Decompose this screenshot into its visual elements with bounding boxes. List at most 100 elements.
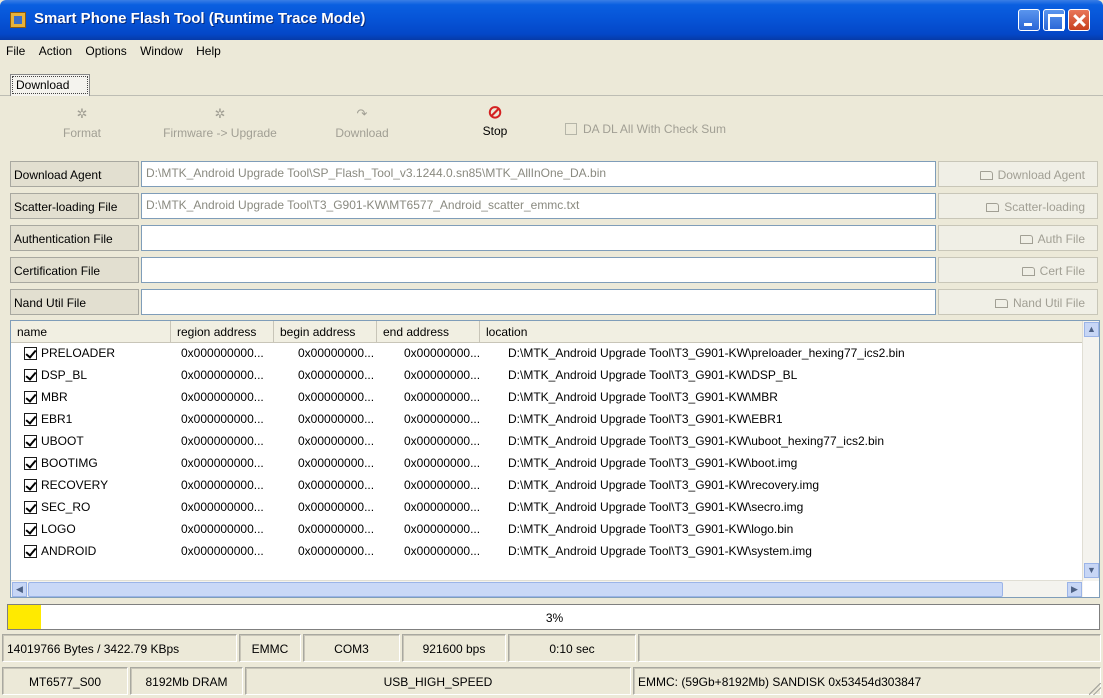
toolbar: ✲ Format ✲ Firmware -> Upgrade ↷ Downloa… [0, 100, 1103, 156]
nand-util-field[interactable] [141, 289, 936, 315]
scroll-left-icon[interactable]: ◀ [12, 582, 27, 597]
begin-address: 0x00000000... [298, 478, 375, 492]
da-checksum-checkbox[interactable]: DA DL All With Check Sum [565, 122, 726, 136]
partition-location: D:\MTK_Android Upgrade Tool\T3_G901-KW\l… [508, 522, 794, 536]
horizontal-scrollbar[interactable]: ◀ ▶ [11, 580, 1083, 597]
status-bar-transfer: 14019766 Bytes / 3422.79 KBps EMMC COM3 … [0, 632, 1103, 664]
menu-options[interactable]: Options [79, 40, 130, 58]
table-row[interactable]: ANDROID 0x000000000... 0x00000000... 0x0000… [11, 541, 1083, 563]
end-address: 0x00000000... [404, 522, 481, 536]
download-button[interactable]: ↷ Download [322, 106, 402, 140]
table-row[interactable]: SEC_RO 0x000000000... 0x00000000... 0x00000… [11, 497, 1083, 519]
begin-address: 0x00000000... [298, 346, 375, 360]
auth-file-row: Authentication File Auth File [10, 225, 1100, 251]
download-agent-button[interactable]: Download Agent [938, 161, 1098, 187]
end-address: 0x00000000... [404, 500, 481, 514]
menu-help[interactable]: Help [190, 40, 225, 58]
begin-address: 0x00000000... [298, 544, 375, 558]
upgrade-icon: ✲ [214, 106, 226, 121]
download-agent-field[interactable]: D:\MTK_Android Upgrade Tool\SP_Flash_Too… [141, 161, 936, 187]
cert-file-button[interactable]: Cert File [938, 257, 1098, 283]
download-agent-row: Download Agent D:\MTK_Android Upgrade To… [10, 161, 1100, 187]
resize-grip-icon[interactable] [1089, 683, 1101, 695]
table-row[interactable]: LOGO 0x000000000... 0x00000000... 0x0000000… [11, 519, 1083, 541]
format-button[interactable]: ✲ Format [52, 106, 112, 140]
folder-icon [994, 299, 1008, 308]
begin-address: 0x00000000... [298, 522, 375, 536]
partition-name: DSP_BL [41, 368, 88, 382]
maximize-button[interactable] [1043, 9, 1065, 31]
partition-name: LOGO [41, 522, 76, 536]
stop-label: Stop [482, 124, 508, 138]
partition-checkbox[interactable] [24, 479, 37, 492]
baud-rate: 921600 bps [402, 634, 506, 662]
column-end-address[interactable]: end address [377, 321, 480, 343]
scroll-down-icon[interactable]: ▼ [1084, 563, 1099, 578]
scatter-loading-button[interactable]: Scatter-loading [938, 193, 1098, 219]
nand-util-button[interactable]: Nand Util File [938, 289, 1098, 315]
partition-checkbox[interactable] [24, 457, 37, 470]
menu-action[interactable]: Action [33, 40, 76, 58]
scatter-loading-field[interactable]: D:\MTK_Android Upgrade Tool\T3_G901-KW\M… [141, 193, 936, 219]
partition-name: MBR [41, 390, 68, 404]
partition-checkbox[interactable] [24, 545, 37, 558]
close-button[interactable] [1068, 9, 1090, 31]
partition-checkbox[interactable] [24, 435, 37, 448]
table-row[interactable]: BOOTIMG 0x000000000... 0x00000000... 0x0000… [11, 453, 1083, 475]
partition-location: D:\MTK_Android Upgrade Tool\T3_G901-KW\M… [508, 390, 778, 404]
partition-name: PRELOADER [41, 346, 116, 360]
region-address: 0x000000000... [181, 346, 264, 360]
menu-file[interactable]: File [0, 40, 29, 58]
partition-checkbox[interactable] [24, 347, 37, 360]
tab-strip: Download [0, 64, 1103, 96]
column-region-address[interactable]: region address [171, 321, 274, 343]
table-row[interactable]: MBR 0x000000000... 0x00000000... 0x00000000… [11, 387, 1083, 409]
partition-checkbox[interactable] [24, 369, 37, 382]
end-address: 0x00000000... [404, 368, 481, 382]
auth-file-button[interactable]: Auth File [938, 225, 1098, 251]
begin-address: 0x00000000... [298, 412, 375, 426]
download-label: Download [335, 126, 389, 140]
title-bar: Smart Phone Flash Tool (Runtime Trace Mo… [0, 0, 1103, 40]
minimize-button[interactable] [1018, 9, 1040, 31]
scatter-loading-button-label: Scatter-loading [1004, 200, 1085, 214]
end-address: 0x00000000... [404, 456, 481, 470]
table-row[interactable]: RECOVERY 0x000000000... 0x00000000... 0x000… [11, 475, 1083, 497]
firmware-upgrade-button[interactable]: ✲ Firmware -> Upgrade [150, 106, 290, 140]
end-address: 0x00000000... [404, 544, 481, 558]
table-row[interactable]: UBOOT 0x000000000... 0x00000000... 0x000000… [11, 431, 1083, 453]
download-agent-button-label: Download Agent [997, 168, 1085, 182]
table-row[interactable]: EBR1 0x000000000... 0x00000000... 0x0000000… [11, 409, 1083, 431]
auth-file-label: Authentication File [10, 225, 139, 251]
vertical-scrollbar[interactable]: ▲ ▼ [1082, 321, 1099, 581]
partition-checkbox[interactable] [24, 413, 37, 426]
cert-file-button-label: Cert File [1039, 264, 1085, 278]
column-begin-address[interactable]: begin address [274, 321, 377, 343]
folder-icon [1019, 235, 1033, 244]
auth-file-field[interactable] [141, 225, 936, 251]
scroll-up-icon[interactable]: ▲ [1084, 322, 1099, 337]
column-name[interactable]: name [11, 321, 171, 343]
table-row[interactable]: DSP_BL 0x000000000... 0x00000000... 0x00000… [11, 365, 1083, 387]
partition-name: RECOVERY [41, 478, 109, 492]
partition-location: D:\MTK_Android Upgrade Tool\T3_G901-KW\s… [508, 544, 812, 558]
status-bar-device: MT6577_S00 8192Mb DRAM USB_HIGH_SPEED EM… [0, 665, 1103, 697]
download-icon: ↷ [356, 106, 368, 121]
menu-window[interactable]: Window [134, 40, 187, 58]
region-address: 0x000000000... [181, 500, 264, 514]
scroll-right-icon[interactable]: ▶ [1067, 582, 1082, 597]
partition-checkbox[interactable] [24, 501, 37, 514]
partition-checkbox[interactable] [24, 523, 37, 536]
partition-checkbox[interactable] [24, 391, 37, 404]
end-address: 0x00000000... [404, 478, 481, 492]
com-port: COM3 [303, 634, 400, 662]
table-row[interactable]: PRELOADER 0x000000000... 0x00000000... 0x00… [11, 343, 1083, 365]
column-location[interactable]: location [480, 321, 1083, 343]
tab-download[interactable]: Download [10, 74, 90, 96]
status-blank [638, 634, 1101, 662]
scroll-thumb[interactable] [28, 582, 1003, 597]
dram-size: 8192Mb DRAM [130, 667, 243, 695]
stop-button[interactable]: ⊘ Stop [470, 103, 520, 138]
emmc-info: EMMC: (59Gb+8192Mb) SANDISK 0x53454d3038… [633, 667, 1101, 695]
cert-file-field[interactable] [141, 257, 936, 283]
